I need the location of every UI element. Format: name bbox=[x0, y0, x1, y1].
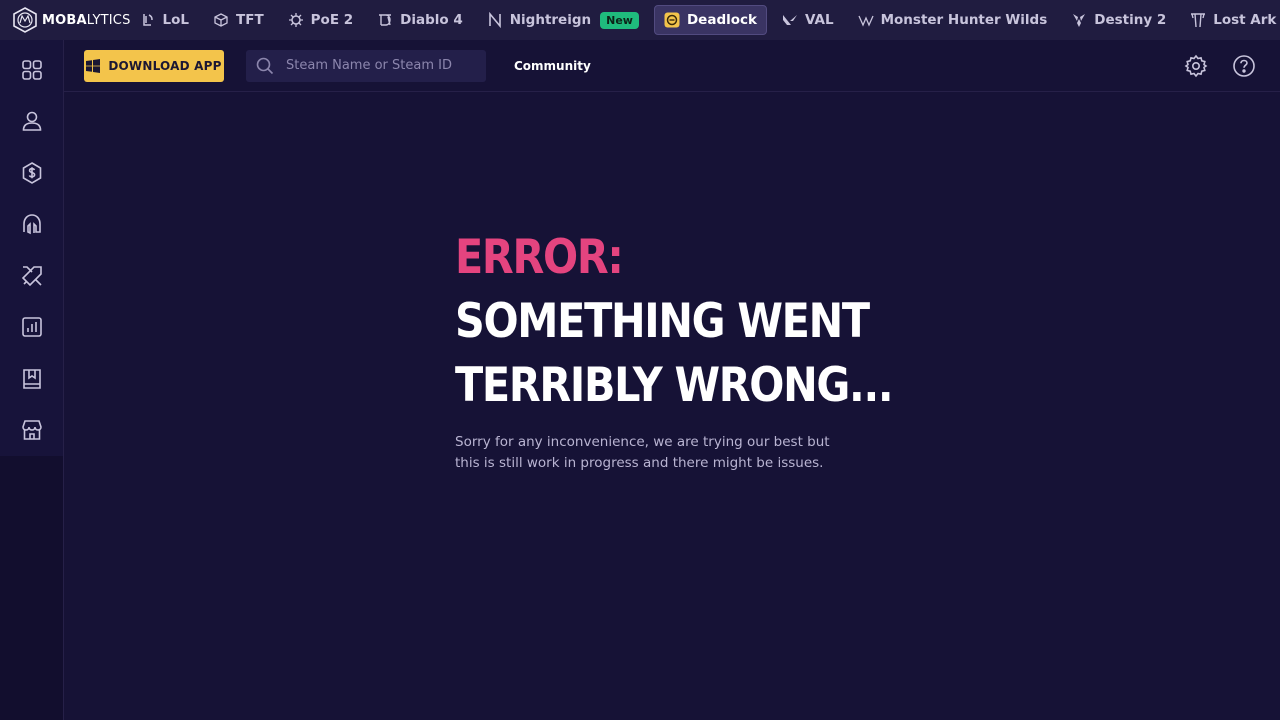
sidebar-item-profile[interactable] bbox=[0, 96, 64, 148]
sidebar-item-dashboard[interactable] bbox=[0, 44, 64, 96]
search-box bbox=[246, 49, 486, 82]
error-message: Sorry for any inconvenience, we are tryi… bbox=[455, 434, 830, 471]
game-tab-poe2[interactable]: PoE 2 bbox=[279, 5, 362, 35]
profile-icon bbox=[22, 111, 41, 132]
mhw-icon bbox=[857, 15, 874, 27]
dashboard-grid-icon bbox=[21, 59, 42, 80]
search-input[interactable] bbox=[286, 58, 476, 73]
builds-swords-icon bbox=[21, 265, 42, 286]
page-header: DOWNLOAD APP Community bbox=[64, 40, 1280, 92]
sidebar-item-guides[interactable] bbox=[0, 353, 64, 405]
stats-chart-icon bbox=[21, 317, 42, 338]
game-tab-label: PoE 2 bbox=[310, 12, 354, 28]
sidebar bbox=[0, 40, 64, 720]
game-tab-monster-hunter-wilds[interactable]: Monster Hunter Wilds bbox=[849, 5, 1057, 35]
sidebar-item-stats[interactable] bbox=[0, 302, 64, 354]
guides-book-icon bbox=[22, 368, 41, 389]
deadlock-icon bbox=[664, 12, 680, 28]
store-icon bbox=[21, 420, 42, 441]
header-actions bbox=[1178, 48, 1262, 84]
gear-icon bbox=[1184, 54, 1208, 77]
game-navigation-bar: MOBALYTICS LoL TFT PoE 2 Diablo 4 Nightr… bbox=[0, 0, 1280, 40]
new-badge: New bbox=[600, 11, 639, 29]
download-app-button[interactable]: DOWNLOAD APP bbox=[84, 49, 224, 82]
game-tab-label: Deadlock bbox=[686, 12, 757, 28]
help-button[interactable] bbox=[1226, 48, 1262, 84]
game-tabs: LoL TFT PoE 2 Diablo 4 Nightreign New De… bbox=[131, 0, 1280, 40]
logo-wordmark: MOBALYTICS bbox=[42, 12, 131, 28]
game-tab-diablo4[interactable]: Diablo 4 bbox=[368, 5, 472, 35]
error-heading: ERROR: bbox=[455, 230, 624, 285]
game-tab-valorant[interactable]: VAL bbox=[773, 5, 843, 35]
game-tab-label: Nightreign bbox=[509, 12, 592, 28]
sidebar-item-currency[interactable] bbox=[0, 147, 64, 199]
game-tab-destiny2[interactable]: Destiny 2 bbox=[1062, 5, 1175, 35]
poe2-icon bbox=[288, 13, 303, 27]
game-tab-label: LoL bbox=[162, 12, 190, 28]
valorant-icon bbox=[783, 15, 797, 25]
currency-shield-icon bbox=[22, 161, 41, 184]
game-tab-label: Diablo 4 bbox=[400, 12, 463, 28]
game-tab-label: Monster Hunter Wilds bbox=[880, 12, 1048, 28]
community-link[interactable]: Community bbox=[514, 59, 591, 73]
sidebar-item-builds[interactable] bbox=[0, 250, 64, 302]
game-tab-lost-ark[interactable]: Lost Ark bbox=[1181, 5, 1280, 35]
error-panel: ERROR: SOMETHING WENT TERRIBLY WRONG... … bbox=[455, 226, 894, 474]
game-tab-label: Destiny 2 bbox=[1094, 12, 1167, 28]
game-tab-deadlock[interactable]: Deadlock bbox=[653, 5, 767, 35]
help-icon bbox=[1233, 54, 1255, 77]
error-title-line-2: TERRIBLY WRONG... bbox=[455, 358, 894, 413]
lostark-icon bbox=[1191, 13, 1206, 28]
sidebar-item-heroes[interactable] bbox=[0, 199, 64, 251]
tft-icon bbox=[214, 13, 228, 27]
game-tab-label: TFT bbox=[236, 12, 264, 28]
mobalytics-logo[interactable]: MOBALYTICS bbox=[0, 0, 131, 40]
settings-button[interactable] bbox=[1178, 48, 1214, 84]
search-icon bbox=[256, 57, 274, 74]
destiny2-icon bbox=[1073, 14, 1086, 27]
game-tab-nightreign[interactable]: Nightreign New bbox=[478, 5, 648, 35]
game-tab-lol[interactable]: LoL bbox=[131, 5, 198, 35]
download-app-label: DOWNLOAD APP bbox=[108, 58, 222, 73]
game-tab-label: Lost Ark bbox=[1213, 12, 1277, 28]
sidebar-item-store[interactable] bbox=[0, 405, 64, 457]
game-tab-tft[interactable]: TFT bbox=[204, 5, 273, 35]
windows-icon bbox=[86, 58, 101, 73]
game-tab-label: VAL bbox=[805, 12, 834, 28]
lol-icon bbox=[142, 14, 153, 26]
heroes-helmet-icon bbox=[22, 214, 41, 235]
diablo4-icon bbox=[379, 14, 392, 26]
mobalytics-logo-icon bbox=[13, 7, 37, 33]
sidebar-nav bbox=[0, 40, 63, 456]
error-title-line-1: SOMETHING WENT bbox=[455, 294, 870, 349]
nightreign-icon bbox=[488, 12, 501, 28]
